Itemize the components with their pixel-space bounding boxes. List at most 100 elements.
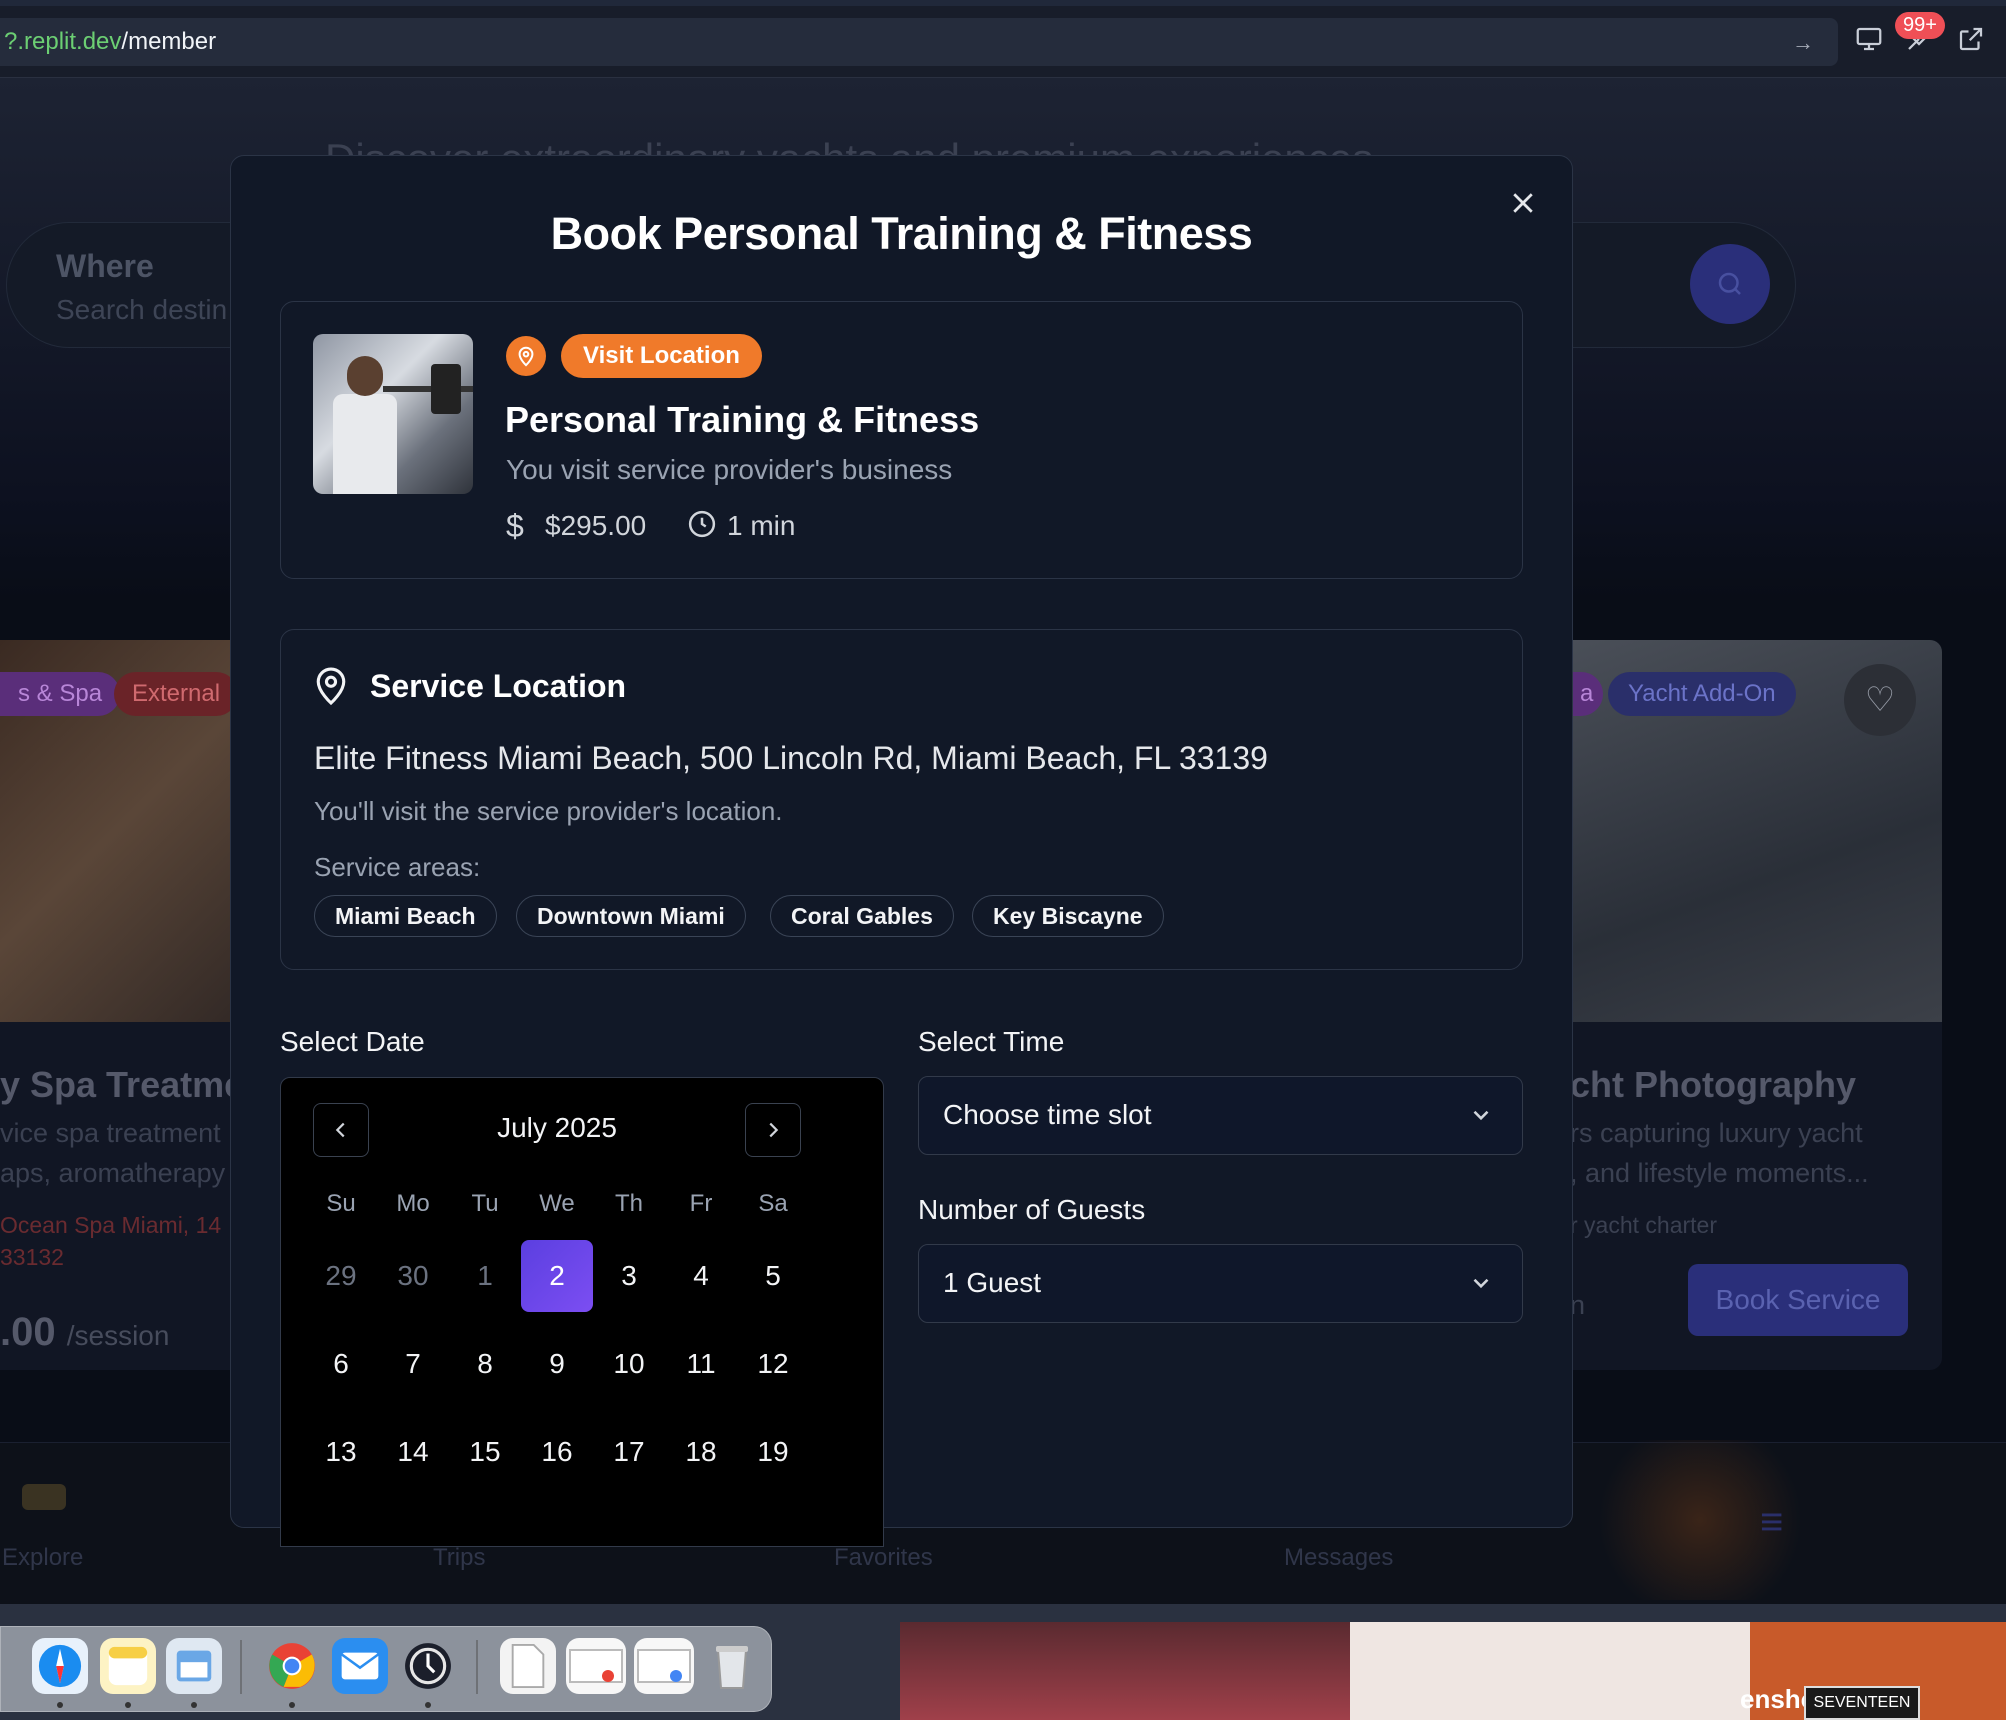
nav-trips[interactable]: Trips xyxy=(433,1544,485,1572)
service-name: Personal Training & Fitness xyxy=(505,399,980,440)
calendar-day[interactable]: 1 xyxy=(449,1240,521,1312)
calendar-day[interactable]: 15 xyxy=(449,1416,521,1488)
nav-favorites[interactable]: Favorites xyxy=(834,1544,933,1572)
card-title: y Spa Treatme xyxy=(0,1064,245,1105)
card-desc: , and lifestyle moments... xyxy=(1570,1158,1869,1188)
area-chip-downtown-miami: Downtown Miami xyxy=(516,895,746,937)
safari-icon[interactable] xyxy=(32,1638,88,1694)
card-location: Ocean Spa Miami, 14 xyxy=(0,1212,222,1238)
calendar-day[interactable]: 8 xyxy=(449,1328,521,1400)
dock-indicator xyxy=(191,1702,197,1708)
guests-value: 1 Guest xyxy=(943,1267,1042,1298)
weekday-label: Th xyxy=(614,1190,643,1217)
address-bar[interactable]: ?.replit.dev/member → xyxy=(0,18,1838,66)
desktop-window xyxy=(1350,1622,1750,1720)
calendar-day[interactable]: 9 xyxy=(521,1328,593,1400)
menu-icon[interactable]: ≡ xyxy=(1760,1500,1783,1545)
heart-icon[interactable]: ♡ xyxy=(1844,664,1916,736)
dock-indicator xyxy=(57,1702,63,1708)
search-icon xyxy=(1718,272,1741,295)
where-label: Where xyxy=(56,248,154,284)
calendar-day[interactable]: 13 xyxy=(305,1416,377,1488)
service-price: $295.00 xyxy=(545,510,647,541)
calendar-day[interactable]: 6 xyxy=(305,1328,377,1400)
chevron-right-icon[interactable] xyxy=(745,1103,801,1157)
service-areas-label: Service areas: xyxy=(314,852,481,882)
external-link-icon[interactable] xyxy=(1954,24,1988,58)
monitor-icon[interactable] xyxy=(1852,24,1886,58)
screenshot-icon[interactable] xyxy=(634,1638,694,1694)
external-chip: External xyxy=(114,672,239,716)
map-pin-icon xyxy=(314,666,350,706)
service-subtitle: You visit service provider's business xyxy=(506,454,953,485)
map-pin-icon xyxy=(506,336,546,376)
area-chip-key-biscayne: Key Biscayne xyxy=(972,895,1164,937)
url-domain: ?.replit.dev xyxy=(4,28,122,55)
chevron-down-icon xyxy=(1468,1102,1494,1128)
card-desc: vice spa treatment xyxy=(0,1118,221,1148)
preview-icon[interactable] xyxy=(166,1638,222,1694)
trash-icon[interactable] xyxy=(704,1638,760,1694)
dock-separator xyxy=(240,1640,242,1694)
dollar-icon: $ xyxy=(506,508,524,544)
explore-icon[interactable] xyxy=(22,1484,66,1510)
weekday-label: Su xyxy=(326,1190,356,1217)
dock-indicator xyxy=(125,1702,131,1708)
activity-icon[interactable] xyxy=(400,1638,456,1694)
desktop-window xyxy=(900,1622,1350,1720)
desktop-book: SEVENTEEN xyxy=(1804,1686,1920,1720)
dock-separator xyxy=(476,1640,478,1694)
weekday-label: Fr xyxy=(689,1190,713,1217)
location-address: Elite Fitness Miami Beach, 500 Lincoln R… xyxy=(314,740,1268,776)
card-title: cht Photography xyxy=(1570,1064,1856,1105)
arrow-right-icon[interactable]: → xyxy=(1792,30,1814,56)
location-note: You'll visit the service provider's loca… xyxy=(314,796,783,826)
calendar-day[interactable]: 14 xyxy=(377,1416,449,1488)
calendar-day[interactable]: 29 xyxy=(305,1240,377,1312)
select-date-label: Select Date xyxy=(280,1026,425,1057)
nav-glow xyxy=(1580,1440,1820,1600)
modal-title: Book Personal Training & Fitness xyxy=(550,208,1253,259)
card-desc: aps, aromatherapy xyxy=(0,1158,226,1188)
chevron-left-icon[interactable] xyxy=(313,1103,369,1157)
calendar-day[interactable]: 3 xyxy=(593,1240,665,1312)
card-desc: rs capturing luxury yacht xyxy=(1570,1118,1863,1148)
service-thumbnail xyxy=(313,334,473,494)
chevron-down-icon xyxy=(1468,1270,1494,1296)
calendar-month: July 2025 xyxy=(497,1112,617,1143)
calendar-day[interactable]: 10 xyxy=(593,1328,665,1400)
calendar-day-selected[interactable]: 2 xyxy=(521,1240,593,1312)
calendar-day[interactable]: 5 xyxy=(737,1240,809,1312)
calendar-day[interactable]: 12 xyxy=(737,1328,809,1400)
notification-badge: 99+ xyxy=(1895,12,1945,39)
card-location: 33132 xyxy=(0,1244,64,1270)
calendar-day[interactable]: 18 xyxy=(665,1416,737,1488)
nav-messages[interactable]: Messages xyxy=(1284,1544,1393,1572)
calendar-day[interactable]: 16 xyxy=(521,1416,593,1488)
weekday-label: We xyxy=(539,1190,575,1217)
area-chip-coral-gables: Coral Gables xyxy=(770,895,954,937)
mail-icon[interactable] xyxy=(332,1638,388,1694)
location-title: Service Location xyxy=(370,668,627,704)
screenshot-icon[interactable] xyxy=(566,1638,626,1694)
calendar-day[interactable]: 19 xyxy=(737,1416,809,1488)
where-input[interactable]: Search destin xyxy=(56,294,227,326)
calendar-day[interactable]: 30 xyxy=(377,1240,449,1312)
notes-icon[interactable] xyxy=(100,1638,156,1694)
calendar-day[interactable]: 4 xyxy=(665,1240,737,1312)
text-file-icon[interactable] xyxy=(500,1638,556,1694)
price-unit: /session xyxy=(66,1320,170,1351)
nav-explore[interactable]: Explore xyxy=(2,1544,83,1572)
calendar-day[interactable]: 7 xyxy=(377,1328,449,1400)
dock-indicator xyxy=(425,1702,431,1708)
calendar-day[interactable]: 17 xyxy=(593,1416,665,1488)
url-path: /member xyxy=(121,28,217,55)
chrome-icon[interactable] xyxy=(264,1638,320,1694)
calendar-day[interactable]: 11 xyxy=(665,1328,737,1400)
search-button[interactable] xyxy=(1690,244,1770,324)
area-chip-miami-beach: Miami Beach xyxy=(314,895,497,937)
weekday-label: Tu xyxy=(471,1190,499,1217)
weekday-label: Mo xyxy=(396,1190,430,1217)
book-service-button[interactable]: Book Service xyxy=(1688,1264,1908,1336)
time-slot-value: Choose time slot xyxy=(943,1099,1152,1130)
